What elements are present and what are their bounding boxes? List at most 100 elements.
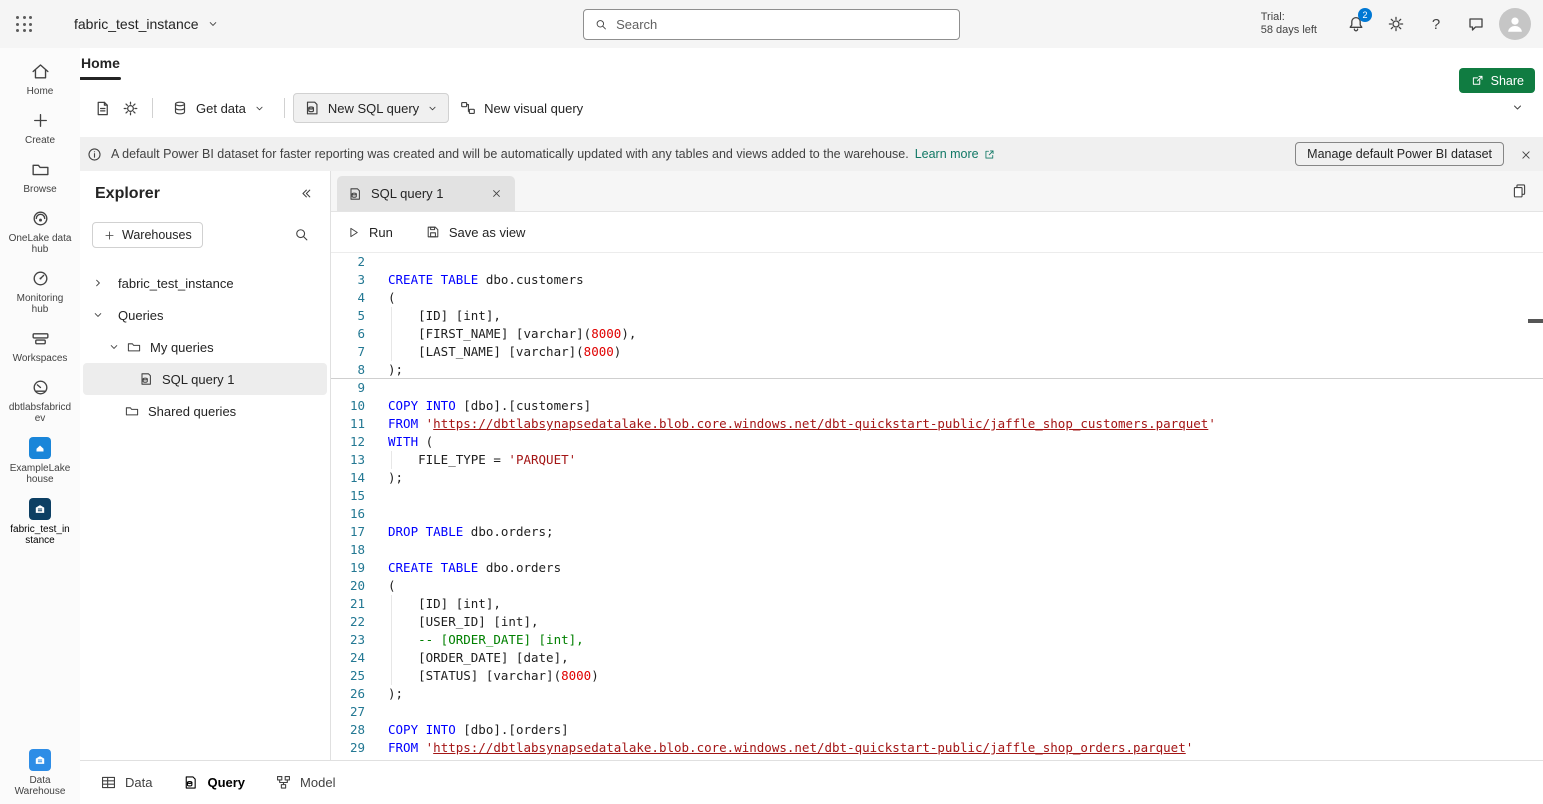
collapse-ribbon-button[interactable] [1510, 100, 1525, 115]
rail-item-browse[interactable]: Browse [4, 159, 76, 195]
code-line[interactable]: 16 [331, 505, 1543, 523]
view-switcher-bar: Data Query Model [80, 760, 1543, 804]
view-tab-data[interactable]: Data [100, 774, 152, 791]
rail-item-dbtlabsfabricdev[interactable]: dbtlabsfabricdev [4, 377, 76, 424]
code-line[interactable]: 18 [331, 541, 1543, 559]
workspace-title: fabric_test_instance [74, 16, 199, 32]
code-text: [ORDER_DATE] [date], [388, 649, 569, 667]
search-input[interactable] [616, 17, 949, 32]
code-line[interactable]: 23 -- [ORDER_DATE] [int], [331, 631, 1543, 649]
explorer-search-button[interactable] [293, 226, 310, 243]
app-launcher-waffle-icon[interactable] [0, 0, 48, 48]
copy-icon [1511, 182, 1528, 199]
toolbar-divider [152, 98, 153, 118]
get-data-button[interactable]: Get data [161, 93, 276, 123]
chevron-down-icon[interactable] [90, 307, 106, 323]
feedback-button[interactable] [1459, 7, 1493, 41]
tab-home[interactable]: Home [81, 55, 120, 71]
code-line[interactable]: 13 FILE_TYPE = 'PARQUET' [331, 451, 1543, 469]
workspace-title-dropdown[interactable]: fabric_test_instance [74, 16, 220, 32]
code-line[interactable]: 5 [ID] [int], [331, 307, 1543, 325]
tree-item-fabric-test-instance[interactable]: fabric_test_instance [80, 267, 330, 299]
code-line[interactable]: 12WITH ( [331, 433, 1543, 451]
code-text: FILE_TYPE = 'PARQUET' [388, 451, 576, 469]
tab-close-button[interactable] [487, 185, 505, 203]
code-line[interactable]: 11FROM 'https://dbtlabsynapsedatalake.bl… [331, 415, 1543, 433]
tab-sql-query-1[interactable]: SQL query 1 [337, 176, 515, 211]
tree-item-my-queries[interactable]: My queries [80, 331, 330, 363]
code-line[interactable]: 22 [USER_ID] [int], [331, 613, 1543, 631]
tree-item-shared-queries[interactable]: Shared queries [80, 395, 330, 427]
query-toolbar: Run Save as view [331, 212, 1543, 253]
rail-item-examplelakehouse[interactable]: ExampleLakehouse [4, 437, 76, 485]
view-tab-model[interactable]: Model [275, 774, 335, 791]
code-line[interactable]: 2 [331, 253, 1543, 271]
run-button[interactable]: Run [346, 225, 393, 240]
code-line[interactable]: 9 [331, 379, 1543, 397]
topbar-right-cluster: Trial: 58 days left 2 ? [1261, 0, 1543, 48]
line-number: 28 [331, 721, 365, 739]
code-line[interactable]: 8); [331, 361, 1543, 379]
chevron-right-icon[interactable] [90, 275, 106, 291]
global-search[interactable] [583, 9, 960, 40]
line-number: 24 [331, 649, 365, 667]
manage-dataset-button[interactable]: Manage default Power BI dataset [1295, 142, 1504, 166]
collapse-explorer-button[interactable] [297, 185, 314, 202]
banner-close-button[interactable] [1517, 146, 1535, 164]
code-line[interactable]: 29FROM 'https://dbtlabsynapsedatalake.bl… [331, 739, 1543, 757]
code-line[interactable]: 7 [LAST_NAME] [varchar](8000) [331, 343, 1543, 361]
settings-button[interactable] [1379, 7, 1413, 41]
view-tab-query[interactable]: Query [182, 774, 245, 791]
tree-item-sql-query-1[interactable]: SQL query 1 [83, 363, 327, 395]
code-line[interactable]: 10COPY INTO [dbo].[customers] [331, 397, 1543, 415]
code-line[interactable]: 27 [331, 703, 1543, 721]
rail-item-onelake-data-hub[interactable]: OneLake data hub [4, 208, 76, 255]
line-number: 18 [331, 541, 365, 559]
save-as-view-button[interactable]: Save as view [425, 224, 526, 240]
warehouse-settings-button[interactable] [116, 94, 144, 122]
code-line[interactable]: 14); [331, 469, 1543, 487]
rail-item-create[interactable]: Create [4, 110, 76, 146]
code-line[interactable]: 17DROP TABLE dbo.orders; [331, 523, 1543, 541]
rail-item-data-warehouse[interactable]: Data Warehouse [0, 749, 80, 797]
code-line[interactable]: 20( [331, 577, 1543, 595]
code-text: -- [ORDER_DATE] [int], [388, 631, 584, 649]
code-line[interactable]: 21 [ID] [int], [331, 595, 1543, 613]
code-line[interactable]: 28COPY INTO [dbo].[orders] [331, 721, 1543, 739]
code-line[interactable]: 15 [331, 487, 1543, 505]
help-button[interactable]: ? [1419, 7, 1453, 41]
code-line[interactable]: 3CREATE TABLE dbo.customers [331, 271, 1543, 289]
chevron-down-icon[interactable] [106, 339, 122, 355]
new-sql-query-button[interactable]: New SQL query [293, 93, 449, 123]
rail-item-monitoring-hub[interactable]: Monitoring hub [4, 268, 76, 315]
line-number: 3 [331, 271, 365, 289]
account-avatar[interactable] [1499, 8, 1531, 40]
scrollbar-marker[interactable] [1528, 319, 1543, 323]
sql-code-editor[interactable]: 23CREATE TABLE dbo.customers4(5 [ID] [in… [331, 253, 1543, 760]
lakehouse-icon [29, 437, 51, 459]
copy-button[interactable] [1511, 182, 1528, 199]
new-report-button[interactable] [88, 94, 116, 122]
new-visual-query-button[interactable]: New visual query [449, 93, 593, 123]
explorer-tree: fabric_test_instance Queries My queries … [80, 267, 330, 427]
code-lines: 23CREATE TABLE dbo.customers4(5 [ID] [in… [331, 253, 1543, 757]
code-line[interactable]: 19CREATE TABLE dbo.orders [331, 559, 1543, 577]
rail-item-workspaces[interactable]: Workspaces [4, 328, 76, 364]
tree-item-queries[interactable]: Queries [80, 299, 330, 331]
code-text: CREATE TABLE dbo.orders [388, 559, 561, 577]
search-icon [293, 226, 310, 243]
save-view-icon [425, 224, 441, 240]
rail-item-fabric-test-instance[interactable]: fabric_test_instance [4, 498, 76, 546]
code-line[interactable]: 24 [ORDER_DATE] [date], [331, 649, 1543, 667]
code-line[interactable]: 26); [331, 685, 1543, 703]
code-text: WITH ( [388, 433, 433, 451]
code-line[interactable]: 25 [STATUS] [varchar](8000) [331, 667, 1543, 685]
add-warehouses-button[interactable]: Warehouses [92, 222, 203, 248]
code-line[interactable]: 6 [FIRST_NAME] [varchar](8000), [331, 325, 1543, 343]
code-line[interactable]: 4( [331, 289, 1543, 307]
rail-item-home[interactable]: Home [4, 61, 76, 97]
learn-more-link[interactable]: Learn more [915, 147, 996, 161]
feedback-icon [1466, 14, 1486, 34]
model-icon [275, 774, 292, 791]
notifications-button[interactable]: 2 [1339, 7, 1373, 41]
